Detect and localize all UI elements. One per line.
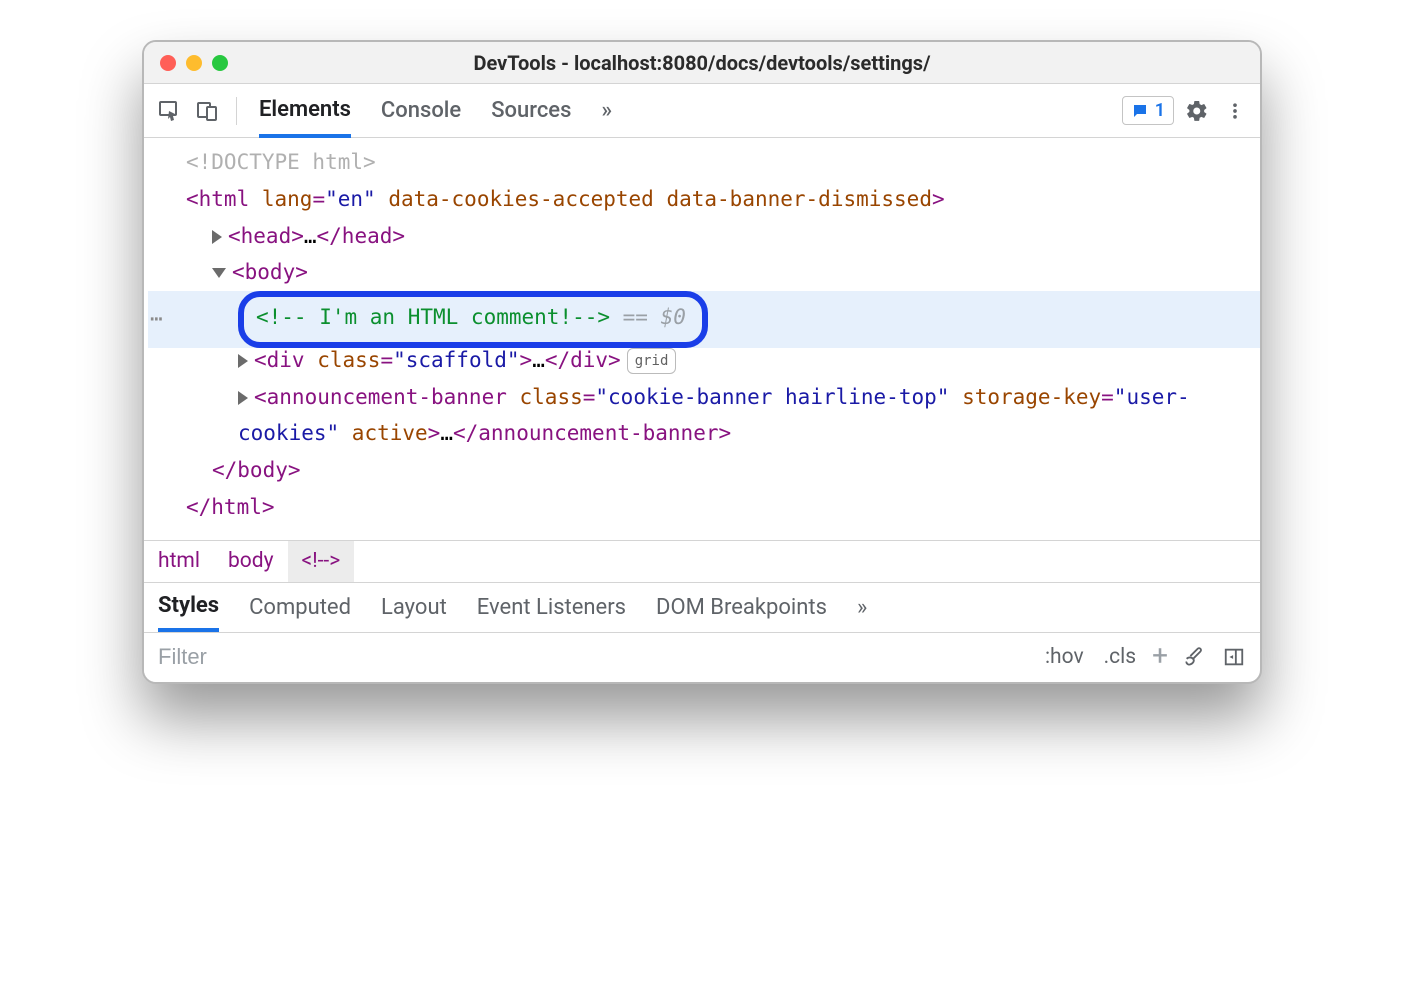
dom-html-close[interactable]: </html> bbox=[148, 489, 1260, 526]
issues-count: 1 bbox=[1155, 100, 1165, 121]
subtab-computed[interactable]: Computed bbox=[249, 583, 351, 632]
minimize-window-icon[interactable] bbox=[186, 55, 202, 71]
close-window-icon[interactable] bbox=[160, 55, 176, 71]
dom-doctype[interactable]: <!DOCTYPE html> bbox=[148, 144, 1260, 181]
breadcrumb-comment[interactable]: <!--> bbox=[288, 541, 355, 582]
device-toggle-icon[interactable] bbox=[192, 96, 222, 126]
tabs-overflow[interactable]: » bbox=[601, 84, 612, 137]
styles-filter-input[interactable] bbox=[144, 633, 1035, 682]
subtab-layout[interactable]: Layout bbox=[381, 583, 447, 632]
inspect-element-icon[interactable] bbox=[154, 96, 184, 126]
kebab-menu-icon[interactable] bbox=[1220, 96, 1250, 126]
subtabs-overflow[interactable]: » bbox=[857, 583, 867, 632]
issues-icon bbox=[1131, 102, 1149, 120]
window-title: DevTools - localhost:8080/docs/devtools/… bbox=[144, 51, 1260, 75]
main-toolbar: Elements Console Sources » 1 bbox=[144, 84, 1260, 138]
styles-filter-bar: :hov .cls + bbox=[144, 632, 1260, 682]
dom-body-close[interactable]: </body> bbox=[148, 452, 1260, 489]
computed-sidebar-toggle-icon[interactable] bbox=[1218, 641, 1250, 673]
tab-console[interactable]: Console bbox=[381, 84, 461, 137]
expand-icon[interactable] bbox=[212, 230, 222, 244]
dom-announcement-banner[interactable]: <announcement-banner class="cookie-banne… bbox=[148, 379, 1260, 453]
hov-toggle[interactable]: :hov bbox=[1035, 645, 1094, 669]
dom-body-open[interactable]: <body> bbox=[148, 254, 1260, 291]
breadcrumb-body[interactable]: body bbox=[214, 541, 288, 582]
dom-tree[interactable]: <!DOCTYPE html> <html lang="en" data-coo… bbox=[144, 138, 1260, 540]
paintbrush-icon[interactable] bbox=[1178, 641, 1210, 673]
tab-sources[interactable]: Sources bbox=[491, 84, 571, 137]
breadcrumb-html[interactable]: html bbox=[144, 541, 214, 582]
titlebar: DevTools - localhost:8080/docs/devtools/… bbox=[144, 42, 1260, 84]
grid-badge[interactable]: grid bbox=[627, 348, 677, 375]
expand-icon[interactable] bbox=[238, 354, 248, 368]
issues-button[interactable]: 1 bbox=[1122, 96, 1174, 125]
tab-elements[interactable]: Elements bbox=[259, 84, 351, 138]
comment-highlight: <!-- I'm an HTML comment!--> == $0 bbox=[238, 291, 708, 348]
subtab-event-listeners[interactable]: Event Listeners bbox=[477, 583, 626, 632]
collapse-icon[interactable] bbox=[212, 268, 226, 278]
subtab-dom-breakpoints[interactable]: DOM Breakpoints bbox=[656, 583, 827, 632]
devtools-window: DevTools - localhost:8080/docs/devtools/… bbox=[142, 40, 1262, 684]
styles-tabs: Styles Computed Layout Event Listeners D… bbox=[144, 582, 1260, 632]
breadcrumbs: html body <!--> bbox=[144, 540, 1260, 582]
cls-toggle[interactable]: .cls bbox=[1094, 645, 1146, 669]
dom-selected-comment[interactable]: ⋯ <!-- I'm an HTML comment!--> == $0 bbox=[148, 291, 1260, 348]
toolbar-divider bbox=[236, 97, 237, 125]
zoom-window-icon[interactable] bbox=[212, 55, 228, 71]
expand-icon[interactable] bbox=[238, 391, 248, 405]
main-tabs: Elements Console Sources » bbox=[259, 84, 612, 137]
dom-head[interactable]: <head>…</head> bbox=[148, 218, 1260, 255]
traffic-lights bbox=[144, 55, 228, 71]
dom-html-open[interactable]: <html lang="en" data-cookies-accepted da… bbox=[148, 181, 1260, 218]
new-style-rule-button[interactable]: + bbox=[1146, 639, 1174, 672]
subtab-styles[interactable]: Styles bbox=[158, 583, 219, 632]
settings-icon[interactable] bbox=[1182, 96, 1212, 126]
ellipsis-icon[interactable]: ⋯ bbox=[150, 301, 165, 338]
